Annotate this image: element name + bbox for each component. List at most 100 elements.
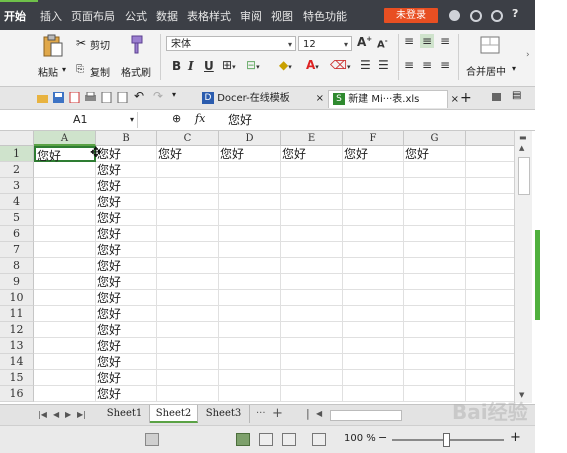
cell-d13[interactable] — [219, 338, 281, 354]
cell-e7[interactable] — [281, 242, 343, 258]
cell-c11[interactable] — [157, 306, 219, 322]
border-icon[interactable]: ⊞▾ — [222, 58, 236, 72]
row-header-6[interactable]: 6 — [0, 226, 34, 242]
menu-review[interactable]: 审阅 — [240, 8, 262, 24]
cell-b14[interactable]: 您好 — [96, 354, 157, 370]
cell-b6[interactable]: 您好 — [96, 226, 157, 242]
cell-c14[interactable] — [157, 354, 219, 370]
undo-icon[interactable]: ↶ — [134, 89, 145, 103]
cell-d4[interactable] — [219, 194, 281, 210]
copy-icon[interactable]: ⎘ — [76, 64, 84, 75]
cell-g1[interactable]: 您好 — [404, 146, 466, 162]
split-handle-icon[interactable]: ▬ — [519, 133, 527, 142]
cell-a16[interactable] — [34, 386, 96, 402]
cell-a11[interactable] — [34, 306, 96, 322]
paste-icon[interactable] — [42, 34, 64, 58]
cell-h15[interactable] — [466, 370, 514, 386]
name-box[interactable]: A1 ▾ — [38, 112, 138, 128]
cell-b5[interactable]: 您好 — [96, 210, 157, 226]
cell-c9[interactable] — [157, 274, 219, 290]
cell-c3[interactable] — [157, 178, 219, 194]
cell-g2[interactable] — [404, 162, 466, 178]
row-header-12[interactable]: 12 — [0, 322, 34, 338]
cut-label[interactable]: 剪切 — [90, 37, 110, 52]
cell-c2[interactable] — [157, 162, 219, 178]
eye-protection-icon[interactable] — [312, 433, 326, 446]
cell-c10[interactable] — [157, 290, 219, 306]
cell-c5[interactable] — [157, 210, 219, 226]
cell-e5[interactable] — [281, 210, 343, 226]
cell-g6[interactable] — [404, 226, 466, 242]
cell-d1[interactable]: 您好 — [219, 146, 281, 162]
cell-h3[interactable] — [466, 178, 514, 194]
cell-h5[interactable] — [466, 210, 514, 226]
cell-a6[interactable] — [34, 226, 96, 242]
add-sheet-button[interactable]: + — [272, 406, 283, 421]
cell-a7[interactable] — [34, 242, 96, 258]
macro-icon[interactable] — [145, 433, 159, 446]
font-name-select[interactable]: 宋体 ▾ — [166, 36, 296, 51]
cell-d15[interactable] — [219, 370, 281, 386]
cell-a3[interactable] — [34, 178, 96, 194]
merge-center-label[interactable]: 合并居中 — [466, 63, 506, 78]
next-sheet-icon[interactable]: ▶ — [65, 410, 71, 419]
cell-a1[interactable]: 您好 — [34, 146, 96, 163]
italic-button[interactable]: I — [188, 59, 194, 73]
scroll-left-icon[interactable]: ◀ — [316, 409, 322, 418]
menu-table-style[interactable]: 表格样式 — [187, 8, 231, 24]
zoom-in-button[interactable]: + — [510, 430, 521, 445]
clear-format-icon[interactable]: ⌫▾ — [330, 58, 350, 72]
cell-f13[interactable] — [343, 338, 404, 354]
column-header-e[interactable]: E — [281, 131, 343, 146]
page-break-view-icon[interactable] — [259, 433, 273, 446]
normal-view-icon[interactable] — [236, 433, 250, 446]
cell-g8[interactable] — [404, 258, 466, 274]
cell-d9[interactable] — [219, 274, 281, 290]
cell-e12[interactable] — [281, 322, 343, 338]
cell-d6[interactable] — [219, 226, 281, 242]
cell-g5[interactable] — [404, 210, 466, 226]
page-preview-icon[interactable] — [117, 92, 128, 103]
cell-d3[interactable] — [219, 178, 281, 194]
cell-a13[interactable] — [34, 338, 96, 354]
cell-a10[interactable] — [34, 290, 96, 306]
fill-pattern-icon[interactable]: ⊟▾ — [246, 58, 260, 72]
menu-insert[interactable]: 插入 — [40, 8, 62, 24]
cell-e14[interactable] — [281, 354, 343, 370]
cell-a8[interactable] — [34, 258, 96, 274]
cell-f7[interactable] — [343, 242, 404, 258]
tab-split-handle-icon[interactable]: | — [306, 407, 310, 420]
cell-d2[interactable] — [219, 162, 281, 178]
cell-d12[interactable] — [219, 322, 281, 338]
cell-g10[interactable] — [404, 290, 466, 306]
cell-d14[interactable] — [219, 354, 281, 370]
cell-c12[interactable] — [157, 322, 219, 338]
menu-view[interactable]: 视图 — [271, 8, 293, 24]
cell-h13[interactable] — [466, 338, 514, 354]
cell-h11[interactable] — [466, 306, 514, 322]
menu-data[interactable]: 数据 — [156, 8, 178, 24]
scroll-thumb[interactable] — [518, 157, 530, 195]
cell-b15[interactable]: 您好 — [96, 370, 157, 386]
vertical-scrollbar[interactable]: ▬ ▲ ▼ — [514, 131, 532, 403]
cell-g14[interactable] — [404, 354, 466, 370]
skin-icon[interactable] — [449, 10, 460, 21]
login-button[interactable]: 未登录 — [384, 8, 438, 23]
zoom-out-button[interactable]: − — [378, 431, 387, 444]
cell-f10[interactable] — [343, 290, 404, 306]
font-color-icon[interactable]: A▾ — [306, 58, 319, 72]
cell-h10[interactable] — [466, 290, 514, 306]
cell-h1[interactable] — [466, 146, 514, 162]
align-top-icon[interactable]: ≡ — [404, 34, 414, 48]
sync-icon[interactable] — [470, 10, 482, 22]
last-sheet-icon[interactable]: ▶| — [77, 410, 86, 419]
underline-button[interactable]: U — [204, 59, 214, 73]
cell-g13[interactable] — [404, 338, 466, 354]
cell-c15[interactable] — [157, 370, 219, 386]
cell-a15[interactable] — [34, 370, 96, 386]
cell-g11[interactable] — [404, 306, 466, 322]
cell-c16[interactable] — [157, 386, 219, 402]
row-header-11[interactable]: 11 — [0, 306, 34, 322]
shrink-font-icon[interactable]: A- — [377, 37, 388, 50]
row-header-4[interactable]: 4 — [0, 194, 34, 210]
